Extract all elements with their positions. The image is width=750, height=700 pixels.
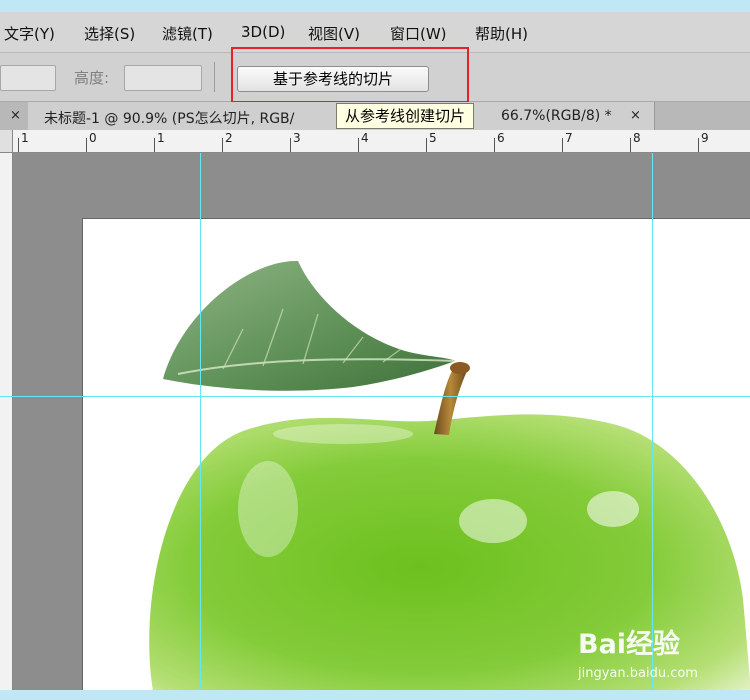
ruler-tick [494, 138, 495, 152]
ruler-tick [358, 138, 359, 152]
ruler-label: 1 [157, 131, 165, 145]
menu-3d[interactable]: 3D(D) [241, 23, 285, 41]
watermark-url: jingyan.baidu.com [578, 666, 698, 681]
ruler-label: 8 [633, 131, 641, 145]
highlight-box [231, 47, 469, 103]
close-tab-icon[interactable]: × [10, 108, 21, 123]
options-separator [214, 62, 215, 92]
apple-image [149, 260, 750, 691]
apple-highlight [273, 424, 413, 444]
vertical-guide[interactable] [200, 153, 201, 690]
leaf [163, 260, 455, 391]
ruler-label: 7 [565, 131, 573, 145]
stem-tip [450, 362, 470, 374]
menu-help[interactable]: 帮助(H) [475, 23, 528, 44]
ruler-tick [630, 138, 631, 152]
document-canvas[interactable] [82, 218, 750, 691]
horizontal-guide[interactable] [0, 396, 750, 397]
apple-highlight [587, 491, 639, 527]
menu-window[interactable]: 窗口(W) [390, 23, 447, 44]
window-border [0, 690, 750, 700]
ruler-tick [86, 138, 87, 152]
ruler-tick [562, 138, 563, 152]
ruler-tick [18, 138, 19, 152]
ruler-label: 2 [225, 131, 233, 145]
horizontal-ruler: 1 0 1 2 3 4 5 6 7 8 9 [0, 130, 750, 153]
close-tab-icon[interactable]: × [630, 108, 641, 123]
apple-highlight [459, 499, 527, 543]
height-label: 高度: [74, 69, 110, 87]
ruler-label: 9 [701, 131, 709, 145]
ruler-label: 6 [497, 131, 505, 145]
menu-view[interactable]: 视图(V) [308, 23, 360, 44]
ruler-tick [154, 138, 155, 152]
menu-filter[interactable]: 滤镜(T) [162, 23, 213, 44]
vertical-ruler [0, 153, 13, 690]
apple-highlight [238, 461, 298, 557]
watermark-brand: Bai经验 [578, 629, 681, 660]
tooltip: 从参考线创建切片 [336, 103, 475, 129]
vertical-guide[interactable] [652, 153, 653, 690]
ruler-label: 4 [361, 131, 369, 145]
ruler-tick [698, 138, 699, 152]
tab-next-title[interactable]: 66.7%(RGB/8) * [501, 108, 612, 124]
height-field[interactable] [124, 65, 202, 91]
ruler-corner[interactable] [0, 130, 13, 152]
ruler-label: 3 [293, 131, 301, 145]
ruler-tick [426, 138, 427, 152]
ruler-tick [290, 138, 291, 152]
ruler-label: 0 [89, 131, 97, 145]
menu-select[interactable]: 选择(S) [84, 23, 135, 44]
width-field[interactable] [0, 65, 56, 91]
ruler-label: 1 [21, 131, 29, 145]
menu-type[interactable]: 文字(Y) [4, 23, 55, 44]
tab-active-title: 未标题-1 @ 90.9% (PS怎么切片, RGB/ [44, 111, 295, 127]
ruler-tick [222, 138, 223, 152]
ruler-label: 5 [429, 131, 437, 145]
